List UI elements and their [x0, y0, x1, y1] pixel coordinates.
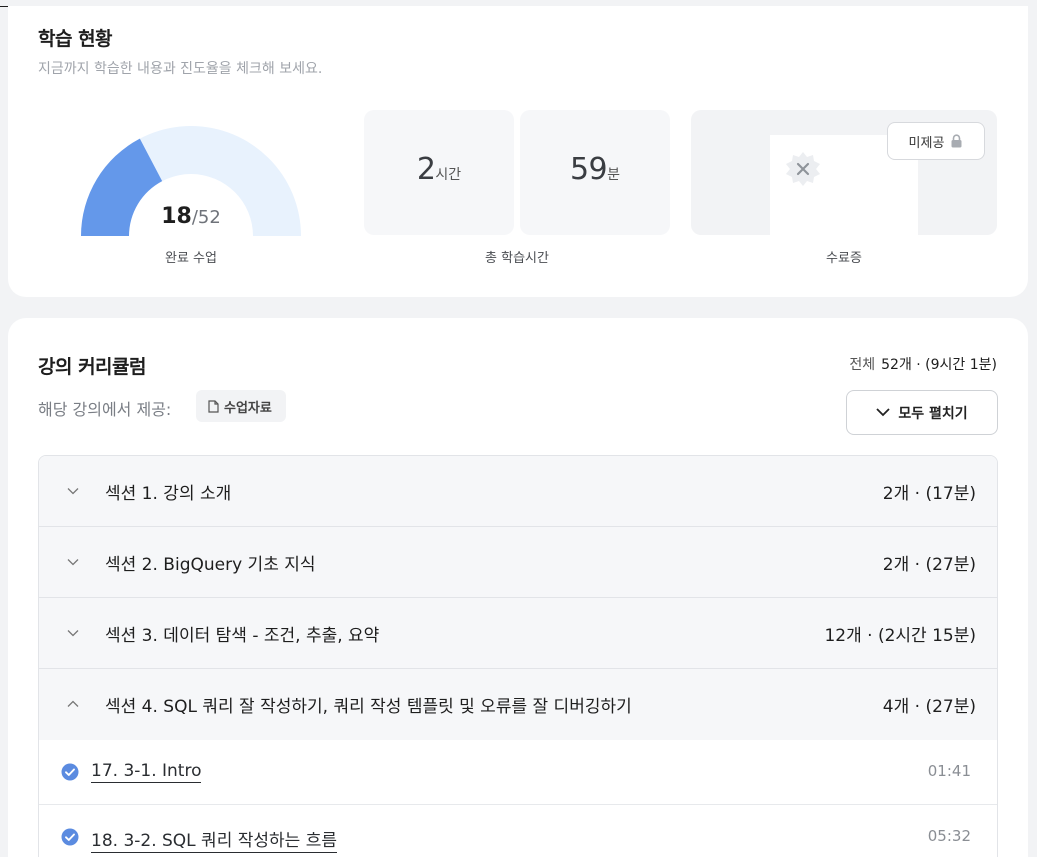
learning-status-card: 학습 현황 지금까지 학습한 내용과 진도율을 체크해 보세요. 18/52 완…	[8, 6, 1028, 297]
section-row-3[interactable]: 섹션 3. 데이터 탐색 - 조건, 추출, 요약 12개 · (2시간 15분…	[39, 598, 997, 669]
provided-label: 해당 강의에서 제공:	[38, 400, 172, 419]
lesson-row[interactable]: 18. 3-2. SQL 쿼리 작성하는 흐름 05:32	[39, 805, 997, 857]
completed-label: 완료 수업	[165, 251, 217, 266]
completed-total: /52	[191, 207, 221, 228]
section-meta: 12개 · (2시간 15분)	[824, 626, 976, 646]
total-label: 전체	[849, 357, 876, 373]
section-title: 섹션 2. BigQuery 기초 지식	[105, 555, 316, 575]
hours-value: 2	[416, 152, 436, 187]
minutes-value: 59	[569, 152, 608, 187]
status-subtitle: 지금까지 학습한 내용과 진도율을 체크해 보세요.	[38, 61, 323, 77]
completed-count: 18/52	[81, 204, 301, 229]
section-title: 섹션 3. 데이터 탐색 - 조건, 추출, 요약	[105, 626, 380, 646]
curriculum-card: 강의 커리큘럼 전체 52개 · (9시간 1분) 해당 강의에서 제공: 수업자…	[8, 318, 1028, 857]
certificate-label: 수료증	[826, 251, 862, 266]
status-title: 학습 현황	[38, 28, 113, 50]
lesson-duration: 01:41	[927, 762, 971, 780]
section-title: 섹션 1. 강의 소개	[105, 484, 232, 504]
hours-box: 2시간	[364, 110, 514, 235]
chevron-down-icon	[876, 408, 890, 417]
lesson-row[interactable]: 17. 3-1. Intro 01:41	[39, 740, 997, 805]
section-meta: 2개 · (27분)	[882, 555, 976, 575]
total-value: 52개 · (9시간 1분)	[881, 357, 997, 373]
seal-x-icon	[786, 152, 820, 186]
study-time-label: 총 학습시간	[485, 251, 549, 266]
curriculum-title: 강의 커리큘럼	[38, 356, 147, 378]
document-icon	[208, 399, 219, 413]
section-title: 섹션 4. SQL 쿼리 잘 작성하기, 쿼리 작성 템플릿 및 오류를 잘 디…	[105, 697, 632, 717]
chevron-down-icon	[67, 630, 79, 637]
material-chip: 수업자료	[196, 390, 286, 422]
completed-done: 18	[161, 204, 192, 229]
chevron-down-icon	[67, 488, 79, 495]
lesson-title-link[interactable]: 17. 3-1. Intro	[91, 761, 202, 783]
minutes-box: 59분	[520, 110, 670, 235]
section-list: 섹션 1. 강의 소개 2개 · (17분) 섹션 2. BigQuery 기초…	[38, 455, 998, 857]
section-row-2[interactable]: 섹션 2. BigQuery 기초 지식 2개 · (27분)	[39, 527, 997, 598]
section-meta: 2개 · (17분)	[882, 484, 976, 504]
chevron-up-icon	[67, 700, 79, 707]
section-meta: 4개 · (27분)	[882, 697, 976, 717]
minutes-unit: 분	[607, 167, 621, 183]
lesson-title-link[interactable]: 18. 3-2. SQL 쿼리 작성하는 흐름	[91, 826, 337, 853]
material-chip-label: 수업자료	[224, 400, 272, 416]
section-row-4[interactable]: 섹션 4. SQL 쿼리 잘 작성하기, 쿼리 작성 템플릿 및 오류를 잘 디…	[39, 669, 997, 740]
hours-unit: 시간	[435, 167, 462, 183]
check-circle-icon	[61, 828, 79, 846]
badge-label: 미제공	[908, 135, 945, 151]
lock-icon	[951, 134, 962, 148]
certificate-status-badge: 미제공	[887, 122, 985, 160]
check-circle-icon	[61, 763, 79, 781]
curriculum-total: 전체 52개 · (9시간 1분)	[849, 354, 997, 374]
lesson-duration: 05:32	[927, 827, 971, 845]
chevron-down-icon	[67, 559, 79, 566]
certificate-preview: 미제공	[691, 110, 997, 235]
expand-all-label: 모두 펼치기	[898, 405, 968, 422]
section-row-1[interactable]: 섹션 1. 강의 소개 2개 · (17분)	[39, 456, 997, 527]
expand-all-button[interactable]: 모두 펼치기	[846, 390, 998, 435]
